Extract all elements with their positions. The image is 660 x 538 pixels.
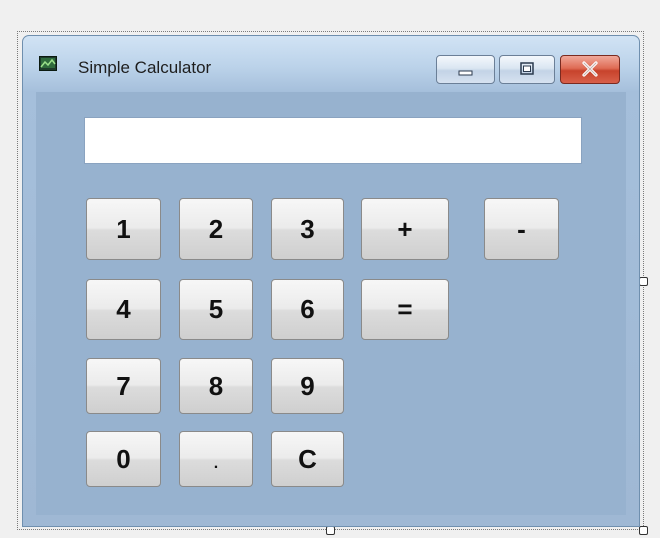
key-1-button[interactable]: 1: [86, 198, 161, 260]
key-4-button[interactable]: 4: [86, 279, 161, 340]
close-icon: [582, 61, 598, 77]
calculator-window: Simple Calculator 1 2 3 + - 4 5 6 = 7 8 …: [22, 35, 640, 527]
resize-handle-right[interactable]: [639, 277, 648, 286]
equals-button[interactable]: =: [361, 279, 449, 340]
window-title: Simple Calculator: [78, 58, 212, 77]
key-2-button[interactable]: 2: [179, 198, 253, 260]
title-bar[interactable]: Simple Calculator: [23, 36, 639, 92]
plus-button[interactable]: +: [361, 198, 449, 260]
client-area: 1 2 3 + - 4 5 6 = 7 8 9 0 . C: [36, 92, 626, 515]
display-field[interactable]: [84, 117, 582, 164]
minimize-button[interactable]: [436, 55, 495, 84]
key-9-button[interactable]: 9: [271, 358, 344, 414]
minimize-icon: [458, 70, 473, 76]
decimal-point-button[interactable]: .: [179, 431, 253, 487]
key-5-button[interactable]: 5: [179, 279, 253, 340]
minus-button[interactable]: -: [484, 198, 559, 260]
key-8-button[interactable]: 8: [179, 358, 253, 414]
resize-handle-corner[interactable]: [639, 526, 648, 535]
key-0-button[interactable]: 0: [86, 431, 161, 487]
resize-handle-bottom[interactable]: [326, 526, 335, 535]
key-7-button[interactable]: 7: [86, 358, 161, 414]
key-3-button[interactable]: 3: [271, 198, 344, 260]
clear-button[interactable]: C: [271, 431, 344, 487]
maximize-icon: [520, 62, 534, 75]
close-button[interactable]: [560, 55, 620, 84]
app-window-icon: [39, 56, 57, 71]
key-6-button[interactable]: 6: [271, 279, 344, 340]
maximize-button[interactable]: [499, 55, 555, 84]
